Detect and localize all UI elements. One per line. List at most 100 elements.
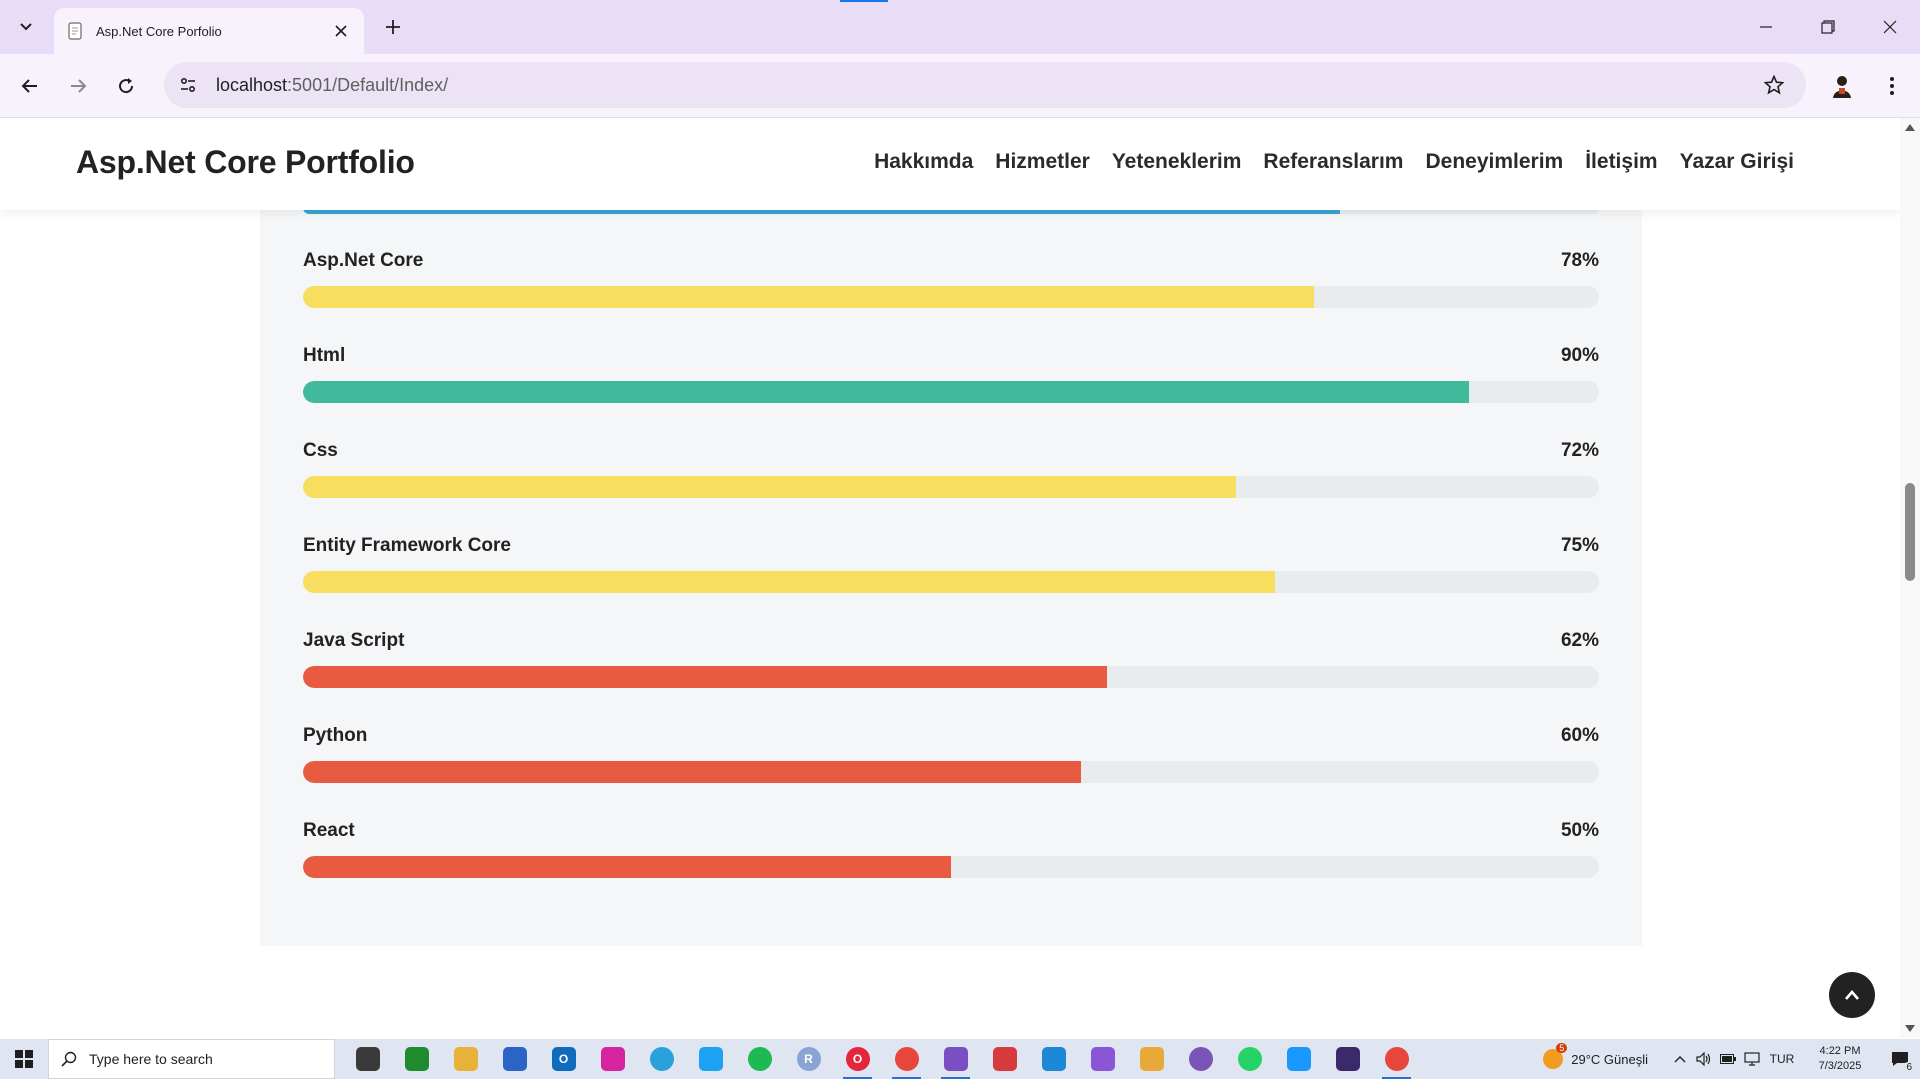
nav-yazar-girisi[interactable]: Yazar Girişi: [1680, 150, 1794, 174]
scrollbar-thumb[interactable]: [1905, 483, 1915, 581]
skill-progress-fill: [303, 571, 1275, 593]
skill-progress-fill: [303, 666, 1107, 688]
xbox-icon[interactable]: [392, 1039, 441, 1079]
skills-section: Asp.Net Core 78% Html 90% Css 72% Entity Frame…: [260, 118, 1642, 946]
close-window-button[interactable]: [1860, 0, 1920, 54]
chrome-active-icon[interactable]: [1372, 1039, 1421, 1079]
start-button[interactable]: [0, 1039, 48, 1079]
task-view-icon[interactable]: [343, 1039, 392, 1079]
show-hidden-icons-icon[interactable]: [1668, 1039, 1692, 1079]
tab-search-button[interactable]: [10, 10, 42, 42]
skill-progress-bar: [303, 856, 1599, 878]
instagram-icon[interactable]: [588, 1039, 637, 1079]
red-app-icon[interactable]: [980, 1039, 1029, 1079]
scroll-down-arrow-icon[interactable]: [1905, 1025, 1915, 1032]
reload-button[interactable]: [108, 68, 144, 104]
nav-hakkimda[interactable]: Hakkımda: [874, 150, 973, 174]
close-tab-icon[interactable]: [330, 20, 352, 42]
browser-tab-active[interactable]: Asp.Net Core Porfolio: [54, 8, 364, 54]
whatsapp-icon[interactable]: [1225, 1039, 1274, 1079]
weather-text: 29°C Güneşli: [1571, 1051, 1648, 1067]
nav-referanslarim[interactable]: Referanslarım: [1263, 150, 1403, 174]
microsoft-store-glyph: [502, 1047, 527, 1071]
browser-menu-icon[interactable]: [1874, 66, 1910, 106]
arrow-left-icon: [21, 79, 37, 93]
scroll-up-arrow-icon[interactable]: [1905, 124, 1915, 131]
skill-percent: 72%: [1560, 440, 1599, 461]
skill-name: Asp.Net Core: [303, 250, 424, 271]
bookmark-star-icon[interactable]: [1754, 65, 1794, 105]
site-logo[interactable]: Asp.Net Core Portfolio: [76, 144, 415, 181]
file-explorer-icon[interactable]: [441, 1039, 490, 1079]
language-indicator[interactable]: TUR: [1764, 1039, 1800, 1079]
weather-widget[interactable]: 5 29°C Güneşli: [1543, 1043, 1648, 1069]
skill-percent: 62%: [1560, 630, 1599, 651]
opera-icon[interactable]: O: [833, 1039, 882, 1079]
battery-icon[interactable]: [1716, 1039, 1740, 1079]
tab-title: Asp.Net Core Porfolio: [96, 23, 222, 39]
outlook-icon[interactable]: O: [539, 1039, 588, 1079]
twitter-glyph: [698, 1047, 723, 1071]
skill-item: Css 72%: [303, 440, 1599, 514]
site-header: Asp.Net Core Portfolio Hakkımda Hizmetle…: [0, 118, 1900, 210]
skill-name: Java Script: [303, 630, 405, 651]
clock[interactable]: 4:22 PM 7/3/2025: [1806, 1044, 1874, 1074]
nav-iletisim[interactable]: İletişim: [1585, 150, 1657, 174]
xbox-glyph: [404, 1047, 429, 1071]
loading-indicator: [840, 0, 888, 2]
forward-button[interactable]: [60, 68, 96, 104]
minimize-icon: [1760, 26, 1772, 28]
skill-percent: 78%: [1560, 250, 1599, 271]
site-info-icon[interactable]: [168, 65, 208, 105]
windows-taskbar: Type here to search ORO 5 29°C Güneşli T…: [0, 1039, 1920, 1079]
nav-deneyimlerim[interactable]: Deneyimlerim: [1425, 150, 1563, 174]
reload-icon: [119, 78, 134, 94]
skill-progress-fill: [303, 476, 1237, 498]
taskbar-search[interactable]: Type here to search: [48, 1039, 335, 1079]
restore-button[interactable]: [1798, 0, 1858, 54]
skill-progress-fill: [303, 761, 1081, 783]
terminal-app-icon[interactable]: [1323, 1039, 1372, 1079]
minimize-button[interactable]: [1736, 0, 1796, 54]
file-explorer-glyph: [453, 1047, 478, 1071]
twitter-icon[interactable]: [686, 1039, 735, 1079]
nav-hizmetler[interactable]: Hizmetler: [995, 150, 1090, 174]
url-path: :5001/Default/Index/: [287, 74, 449, 95]
spotify-glyph: [747, 1047, 772, 1071]
vscode-icon[interactable]: [1029, 1039, 1078, 1079]
browser-tabstrip: Asp.Net Core Porfolio: [0, 0, 1920, 54]
back-to-top-button[interactable]: [1829, 972, 1875, 1018]
visual-studio-icon[interactable]: [931, 1039, 980, 1079]
task-view-glyph: [355, 1047, 380, 1071]
prime-video-glyph: [1286, 1047, 1311, 1071]
microsoft-store-icon[interactable]: [490, 1039, 539, 1079]
chrome-icon[interactable]: [882, 1039, 931, 1079]
telegram-glyph: [649, 1047, 674, 1071]
arrow-right-icon: [71, 79, 87, 93]
terminal-app-glyph: [1335, 1047, 1360, 1071]
r-app-icon[interactable]: R: [784, 1039, 833, 1079]
page-scrollbar[interactable]: [1900, 118, 1920, 1038]
spotify-icon[interactable]: [735, 1039, 784, 1079]
url-text[interactable]: localhost:5001/Default/Index/: [216, 75, 1754, 96]
skill-progress-bar: [303, 476, 1599, 498]
nav-yeteneklerim[interactable]: Yeteneklerim: [1112, 150, 1242, 174]
page-viewport: Asp.Net Core Portfolio Hakkımda Hizmetle…: [0, 118, 1920, 1038]
back-button[interactable]: [12, 68, 48, 104]
profile-avatar-icon[interactable]: [1822, 66, 1862, 106]
telegram-icon[interactable]: [637, 1039, 686, 1079]
skill-progress-bar: [303, 381, 1599, 403]
network-icon[interactable]: [1740, 1039, 1764, 1079]
paint-app-icon[interactable]: [1127, 1039, 1176, 1079]
notification-count: 6: [1904, 1062, 1914, 1073]
skill-name: Css: [303, 440, 338, 461]
volume-icon[interactable]: [1692, 1039, 1716, 1079]
visual-studio-2-icon[interactable]: [1078, 1039, 1127, 1079]
outlook-glyph: O: [551, 1047, 576, 1071]
prime-video-icon[interactable]: [1274, 1039, 1323, 1079]
new-tab-button[interactable]: [378, 12, 408, 42]
page-icon: [68, 22, 82, 40]
notification-center-icon[interactable]: 6: [1880, 1039, 1920, 1079]
address-bar[interactable]: localhost:5001/Default/Index/: [164, 62, 1806, 108]
tor-app-icon[interactable]: [1176, 1039, 1225, 1079]
